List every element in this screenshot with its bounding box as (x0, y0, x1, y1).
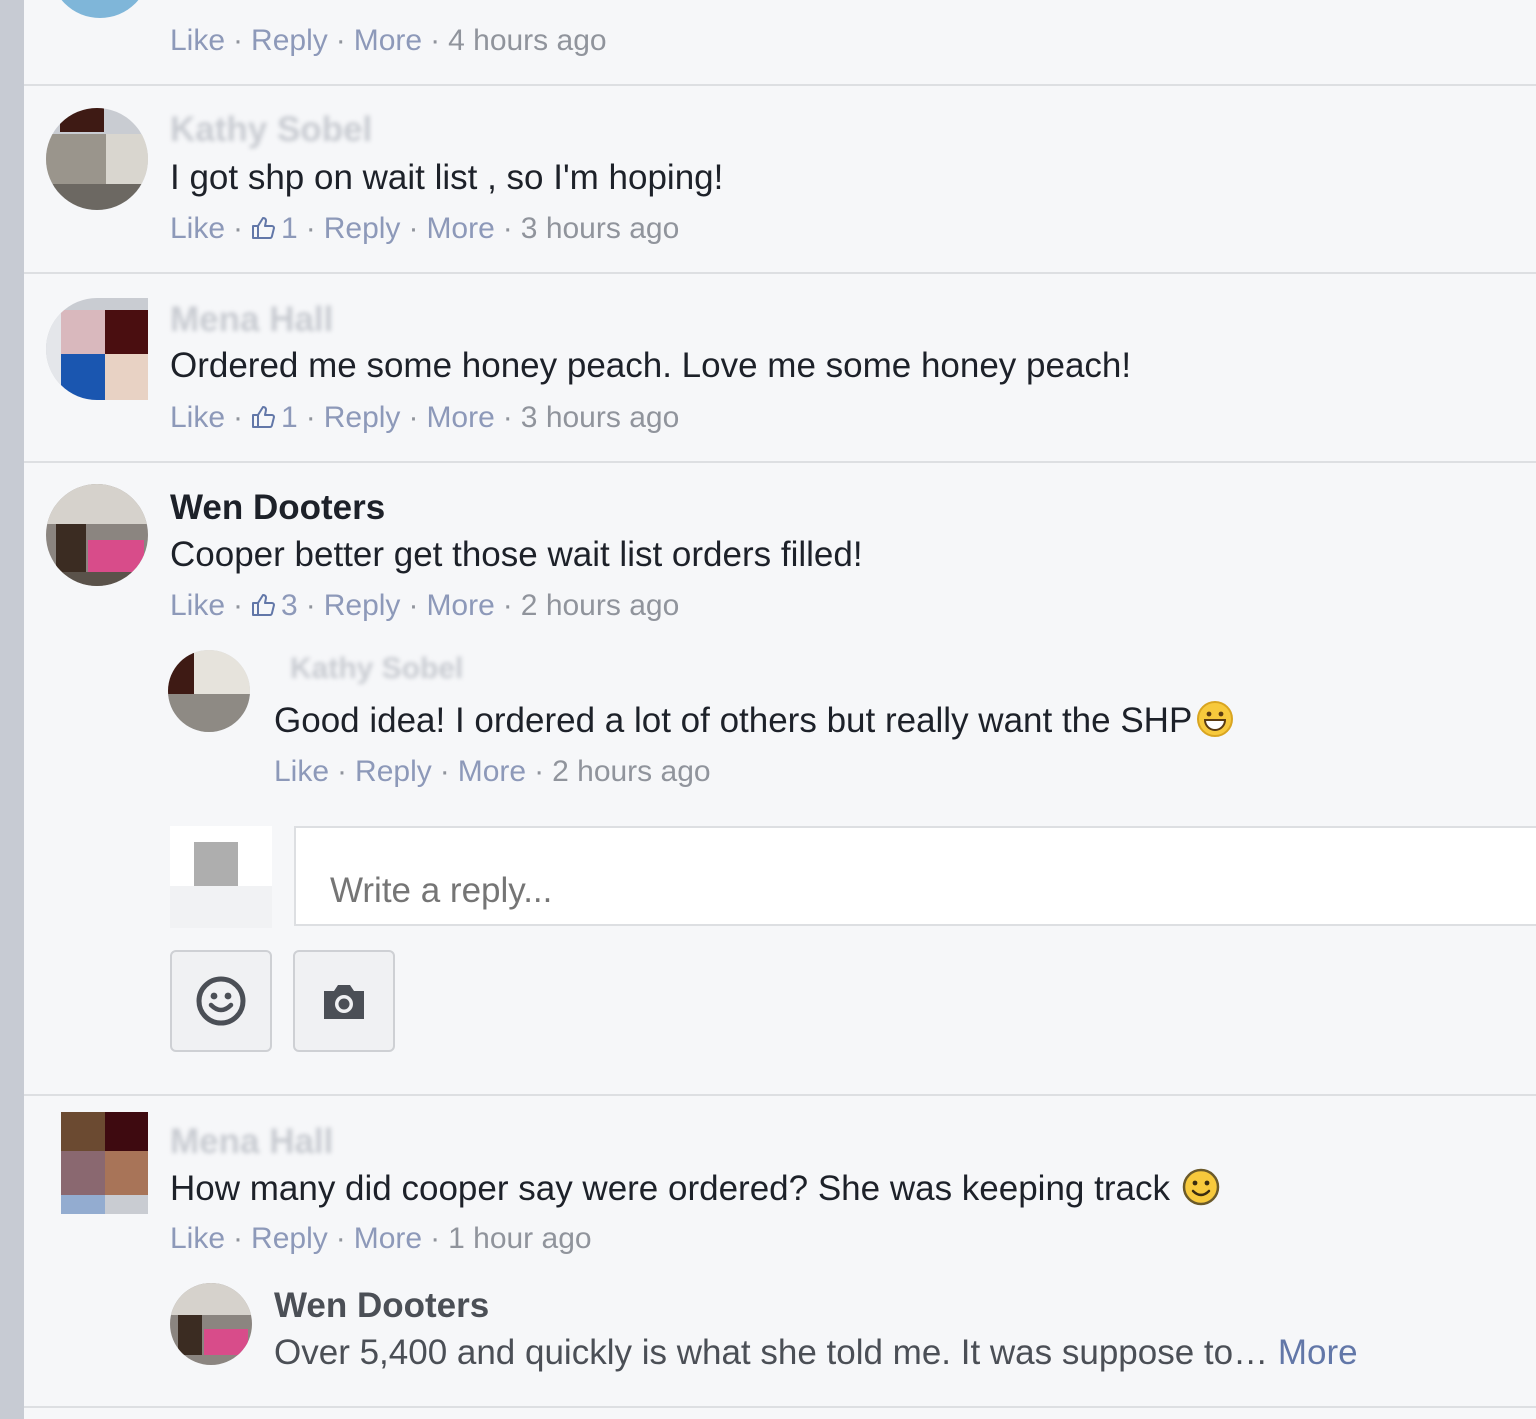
divider (24, 461, 1536, 463)
like-link[interactable]: Like (170, 24, 225, 57)
comment-meta: Like · Reply · More · 2 hours ago (274, 755, 711, 788)
divider (24, 84, 1536, 86)
comment-text: How many did cooper say were ordered? Sh… (170, 1168, 1220, 1209)
comment-text: Ordered me some honey peach. Love me som… (170, 346, 1132, 385)
reply-link[interactable]: Reply (251, 24, 328, 57)
timestamp[interactable]: 2 hours ago (552, 755, 710, 788)
see-more-link[interactable]: More (1278, 1333, 1358, 1372)
like-count-value: 1 (281, 212, 298, 245)
emoji-button[interactable] (170, 950, 272, 1052)
like-count-value: 1 (281, 401, 298, 434)
comment-meta: Like · Reply · More · 1 hour ago (170, 1222, 592, 1255)
like-count-value: 3 (281, 589, 298, 622)
more-link[interactable]: More (426, 401, 494, 434)
like-link[interactable]: Like (274, 755, 329, 788)
comment-meta: Like · 1 · Reply · More · 3 hours ago (170, 212, 680, 245)
like-count[interactable]: 3 (251, 589, 298, 622)
like-count[interactable]: 1 (251, 212, 298, 245)
timestamp[interactable]: 2 hours ago (521, 589, 679, 622)
more-link[interactable]: More (354, 1222, 422, 1255)
reply-link[interactable]: Reply (324, 589, 401, 622)
comment-author[interactable]: Kathy Sobel (170, 110, 372, 150)
avatar[interactable] (46, 108, 148, 210)
timestamp[interactable]: 4 hours ago (448, 24, 606, 57)
comment-author[interactable]: Kathy Sobel (290, 652, 463, 686)
comment-text: Over 5,400 and quickly is what she told … (274, 1333, 1358, 1373)
like-link[interactable]: Like (170, 1222, 225, 1255)
comment-meta: Like · 1 · Reply · More · 3 hours ago (170, 401, 680, 434)
like-count[interactable]: 1 (251, 401, 298, 434)
thumbs-up-icon (252, 406, 276, 428)
divider (24, 1094, 1536, 1096)
timestamp[interactable]: 3 hours ago (521, 212, 679, 245)
comment-author[interactable]: Mena Hall (170, 1122, 333, 1162)
grinning-emoji-icon (1197, 701, 1234, 737)
like-link[interactable]: Like (170, 401, 225, 434)
more-link[interactable]: More (458, 755, 526, 788)
reply-link[interactable]: Reply (324, 401, 401, 434)
comment-author[interactable]: Mena Hall (170, 300, 333, 340)
avatar[interactable] (46, 484, 148, 586)
photo-button[interactable] (293, 950, 395, 1052)
timestamp[interactable]: 1 hour ago (448, 1222, 591, 1255)
comment-text-content: How many did cooper say were ordered? Sh… (170, 1169, 1170, 1208)
comment-text-content: Over 5,400 and quickly is what she told … (274, 1333, 1269, 1372)
smile-emoji-icon (1182, 1168, 1220, 1206)
comment-author[interactable]: Wen Dooters (274, 1286, 489, 1326)
comment-author[interactable]: Wen Dooters (170, 488, 385, 528)
more-link[interactable]: More (426, 589, 494, 622)
like-link[interactable]: Like (170, 589, 225, 622)
comment-meta: Like · Reply · More · 4 hours ago (170, 24, 607, 57)
reply-link[interactable]: Reply (324, 212, 401, 245)
comment-text: Cooper better get those wait list orders… (170, 535, 863, 574)
left-rail (0, 0, 24, 1419)
comment-text: I got shp on wait list , so I'm hoping! (170, 158, 724, 197)
current-user-avatar (170, 826, 272, 928)
more-link[interactable]: More (426, 212, 494, 245)
divider (24, 272, 1536, 274)
timestamp[interactable]: 3 hours ago (521, 401, 679, 434)
smiley-icon (196, 976, 246, 1026)
reply-input[interactable] (294, 826, 1536, 926)
camera-icon (324, 985, 364, 1019)
divider (24, 1406, 1536, 1408)
comment-meta: Like · 3 · Reply · More · 2 hours ago (170, 589, 680, 622)
comment-text: Good idea! I ordered a lot of others but… (274, 700, 1234, 741)
thumbs-up-icon (252, 217, 276, 239)
avatar[interactable] (46, 1112, 148, 1214)
comment-text-content: Good idea! I ordered a lot of others but… (274, 701, 1193, 740)
more-link[interactable]: More (354, 24, 422, 57)
reply-link[interactable]: Reply (355, 755, 432, 788)
like-link[interactable]: Like (170, 212, 225, 245)
avatar[interactable] (46, 298, 148, 400)
reply-link[interactable]: Reply (251, 1222, 328, 1255)
avatar[interactable] (168, 650, 250, 732)
thumbs-up-icon (252, 594, 276, 616)
avatar[interactable] (170, 1283, 252, 1365)
